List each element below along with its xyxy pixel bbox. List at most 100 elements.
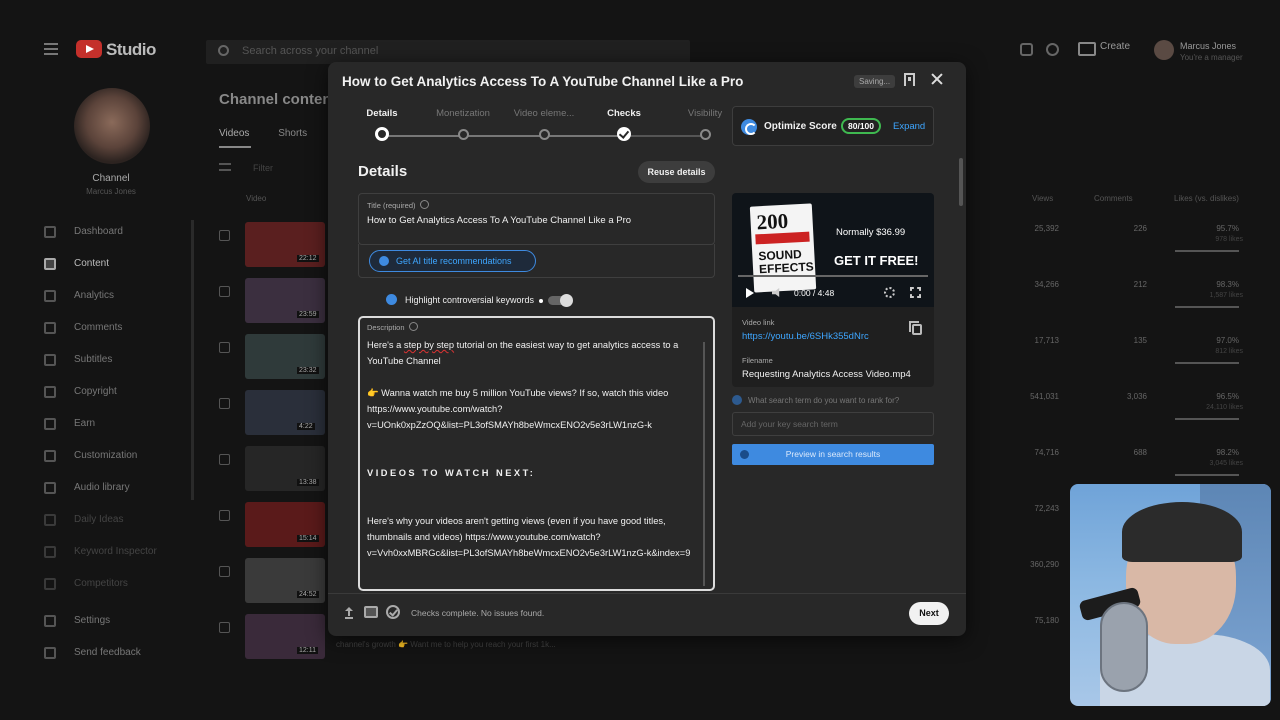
filter-input[interactable]: Filter [253, 163, 273, 173]
row-checkbox[interactable] [219, 342, 230, 353]
sidebar-item-label: Content [74, 258, 110, 269]
earn-icon [44, 418, 56, 430]
column-comments[interactable]: Comments [1094, 194, 1133, 203]
step-monetization[interactable]: Monetization [418, 108, 508, 140]
video-duration: 23:59 [297, 311, 319, 318]
description-text: Here's why your videos aren't getting vi… [367, 516, 691, 558]
book-number: 200 [755, 208, 789, 235]
next-button[interactable]: Next [909, 602, 949, 625]
sidebar: Channel Marcus Jones Dashboard Content Ana… [0, 80, 200, 720]
sidebar-item-content[interactable]: Content [44, 258, 109, 274]
sidebar-item-settings[interactable]: Settings [44, 615, 110, 631]
notifications-icon[interactable] [1020, 43, 1033, 56]
footer-divider [328, 593, 966, 594]
views-cell: 17,713 [1034, 336, 1059, 345]
book-banner [755, 231, 810, 245]
close-icon[interactable] [930, 72, 944, 86]
row-checkbox[interactable] [219, 510, 230, 521]
sidebar-item-send-feedback[interactable]: Send feedback [44, 647, 141, 663]
copyright-icon [44, 386, 56, 398]
column-likes[interactable]: Likes (vs. dislikes) [1174, 194, 1239, 203]
help-icon[interactable] [408, 322, 418, 331]
vidiq-logo-icon [741, 119, 757, 135]
sidebar-item-keyword-inspector[interactable]: Keyword Inspector [44, 546, 157, 562]
feedback-flag-icon[interactable] [904, 73, 915, 86]
fullscreen-icon[interactable] [910, 287, 921, 298]
row-checkbox[interactable] [219, 454, 230, 465]
preview-search-results-button[interactable]: Preview in search results [732, 444, 934, 465]
description-field[interactable]: Description Here's a step by step tutori… [358, 316, 715, 591]
video-duration: 15:14 [297, 535, 319, 542]
play-icon[interactable] [746, 288, 754, 298]
channel-avatar[interactable] [74, 88, 150, 164]
webcam-person-cap [1122, 502, 1242, 562]
likes-bar [1175, 474, 1239, 476]
keyword-search-input[interactable]: Add your key search term [732, 412, 934, 436]
vidiq-icon [740, 450, 749, 459]
sidebar-item-daily-ideas[interactable]: Daily Ideas [44, 514, 123, 530]
expand-button[interactable]: Expand [893, 121, 925, 132]
page-title: Channel content [219, 91, 337, 108]
step-dot-icon [700, 129, 711, 140]
rank-question: What search term do you want to rank for… [732, 395, 899, 405]
video-duration: 13:38 [297, 479, 319, 486]
help-icon[interactable] [1046, 43, 1059, 56]
ai-title-recommendations-button[interactable]: Get AI title recommendations [369, 250, 536, 272]
gear-icon[interactable] [884, 287, 895, 298]
keyword-inspector-icon [44, 546, 56, 558]
sidebar-item-comments[interactable]: Comments [44, 322, 122, 338]
sidebar-item-label: Subtitles [74, 354, 113, 365]
video-progress-bar[interactable] [738, 275, 928, 277]
title-input[interactable]: How to Get Analytics Access To A YouTube… [367, 215, 631, 226]
row-checkbox[interactable] [219, 398, 230, 409]
likes-count: 3,045 likes [1209, 460, 1243, 467]
preview-button-label: Preview in search results [785, 449, 881, 459]
likes-bar [1175, 418, 1239, 420]
step-details[interactable]: Details [337, 108, 427, 141]
title-field[interactable]: Title (required) How to Get Analytics Ac… [358, 193, 715, 245]
sidebar-item-analytics[interactable]: Analytics [44, 290, 114, 306]
create-button[interactable]: Create [1078, 41, 1130, 56]
sidebar-item-customization[interactable]: Customization [44, 450, 137, 466]
account-avatar[interactable] [1154, 40, 1174, 60]
comments-cell: 226 [1133, 224, 1147, 233]
sidebar-item-dashboard[interactable]: Dashboard [44, 226, 123, 242]
sidebar-item-copyright[interactable]: Copyright [44, 386, 117, 402]
sidebar-item-label: Keyword Inspector [74, 546, 157, 557]
audio-library-icon [44, 482, 56, 494]
description-textarea[interactable]: Here's a step by step tutorial on the ea… [367, 337, 703, 561]
video-preview-player[interactable]: 200 SOUND EFFECTS Normally $36.99 GET IT… [732, 193, 934, 307]
row-checkbox[interactable] [219, 286, 230, 297]
dialog-scrollbar[interactable] [959, 158, 963, 206]
competitors-icon [44, 578, 56, 590]
row-checkbox[interactable] [219, 566, 230, 577]
highlight-toggle[interactable] [548, 294, 573, 307]
menu-icon[interactable] [44, 43, 58, 55]
sidebar-item-subtitles[interactable]: Subtitles [44, 354, 112, 370]
video-link-label: Video link [742, 318, 775, 327]
dialog-title: How to Get Analytics Access To A YouTube… [342, 74, 744, 89]
tab-shorts[interactable]: Shorts [278, 128, 307, 139]
step-video-elements[interactable]: Video eleme... [499, 108, 589, 140]
optimize-score-label: Optimize Score [764, 121, 837, 132]
description-text: 👉 Wanna watch me buy 5 million YouTube v… [367, 388, 671, 430]
row-checkbox[interactable] [219, 230, 230, 241]
sidebar-item-competitors[interactable]: Competitors [44, 578, 128, 594]
sidebar-item-audio-library[interactable]: Audio library [44, 482, 130, 498]
column-views[interactable]: Views [1032, 194, 1053, 203]
sidebar-scrollbar[interactable] [191, 220, 194, 500]
comments-cell: 688 [1133, 448, 1147, 457]
feedback-icon [44, 647, 56, 659]
filter-icon[interactable] [219, 163, 231, 171]
video-link[interactable]: https://youtu.be/6SHk355dNrc [742, 331, 869, 342]
description-scrollbar[interactable] [703, 342, 705, 586]
step-checks[interactable]: Checks [579, 108, 669, 141]
sidebar-item-earn[interactable]: Earn [44, 418, 95, 434]
help-icon[interactable] [419, 200, 429, 209]
tab-videos[interactable]: Videos [219, 128, 249, 139]
copy-icon[interactable] [909, 321, 922, 335]
reuse-details-button[interactable]: Reuse details [638, 161, 715, 183]
search-bar[interactable]: Search across your channel [206, 40, 690, 64]
row-checkbox[interactable] [219, 622, 230, 633]
details-heading: Details [358, 163, 408, 180]
